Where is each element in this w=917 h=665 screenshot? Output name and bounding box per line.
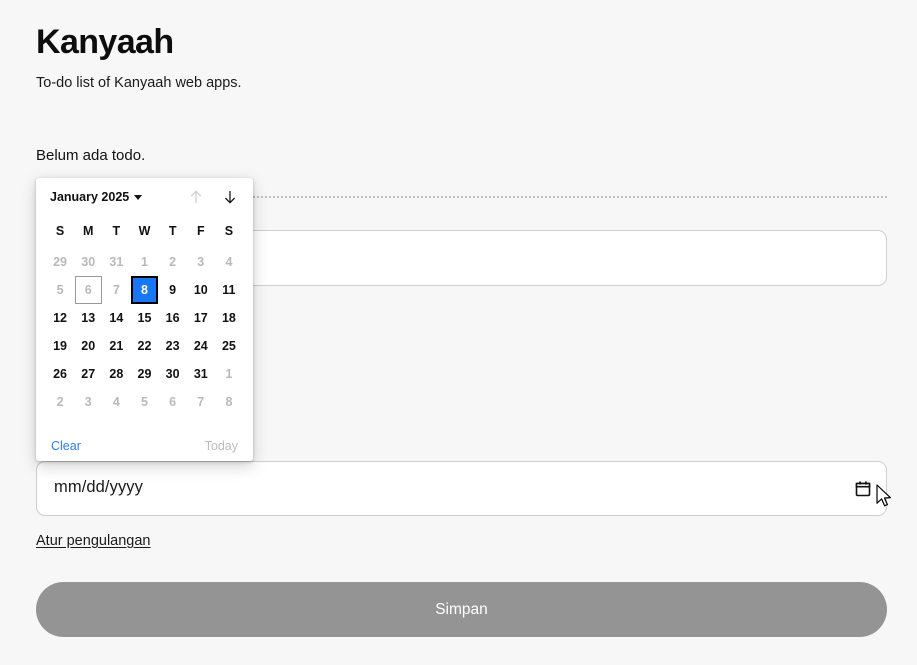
app-page: Kanyaah To-do list of Kanyaah web apps. … (0, 0, 917, 665)
prev-month-button[interactable] (183, 184, 209, 210)
calendar-day[interactable]: 31 (187, 360, 214, 388)
calendar-week-row: 12 13 14 15 16 17 18 (46, 304, 243, 332)
calendar-day[interactable]: 5 (47, 276, 74, 304)
calendar-week-row: 29 30 31 1 2 3 4 (46, 248, 243, 276)
weekday-label: T (112, 224, 121, 238)
calendar-day[interactable]: 11 (215, 276, 242, 304)
calendar-day[interactable]: 12 (47, 304, 74, 332)
calendar-day[interactable]: 16 (159, 304, 186, 332)
weekday-label: F (196, 224, 205, 238)
calendar-week-row: 5 6 7 8 9 10 11 (46, 276, 243, 304)
calendar-day[interactable]: 29 (131, 360, 158, 388)
calendar-day[interactable]: 4 (103, 388, 130, 416)
empty-state-text: Belum ada todo. (36, 147, 146, 164)
chevron-down-icon (134, 194, 143, 200)
weekday-label: S (224, 224, 234, 238)
clear-button[interactable]: Clear (51, 439, 81, 453)
calendar-day[interactable]: 30 (159, 360, 186, 388)
calendar-day[interactable]: 2 (47, 388, 74, 416)
calendar-day[interactable]: 14 (103, 304, 130, 332)
calendar-day[interactable]: 8 (215, 388, 242, 416)
calendar-day[interactable]: 19 (47, 332, 74, 360)
calendar-day[interactable]: 7 (103, 276, 130, 304)
weekday-label: W (138, 224, 151, 238)
calendar-day[interactable]: 2 (159, 248, 186, 276)
calendar-day[interactable]: 10 (187, 276, 214, 304)
calendar-day[interactable]: 29 (47, 248, 74, 276)
calendar-day[interactable]: 30 (75, 248, 102, 276)
calendar-day[interactable]: 23 (159, 332, 186, 360)
calendar-day[interactable]: 1 (215, 360, 242, 388)
calendar-day[interactable]: 31 (103, 248, 130, 276)
calendar-day[interactable]: 5 (131, 388, 158, 416)
month-year-dropdown[interactable]: January 2025 (50, 190, 143, 204)
weekday-header-row: SMTWTFS (46, 218, 243, 246)
calendar-week-row: 19 20 21 22 23 24 25 (46, 332, 243, 360)
datepicker-header: January 2025 (36, 178, 253, 216)
calendar-day-selected[interactable]: 8 (130, 276, 159, 304)
date-input-value: mm/dd/yyyy (54, 478, 144, 496)
calendar-day[interactable]: 4 (215, 248, 242, 276)
datepicker-popup: January 2025 SMTWTFS 29 30 31 1 2 3 4 5 6 7 8 9 10 11… (36, 178, 253, 461)
weekday-label: S (55, 224, 65, 238)
next-month-button[interactable] (217, 184, 243, 210)
calendar-day[interactable]: 25 (215, 332, 242, 360)
calendar-day[interactable]: 18 (215, 304, 242, 332)
calendar-day[interactable]: 6 (159, 388, 186, 416)
calendar-week-row: 2345678 (46, 388, 243, 416)
calendar-day[interactable]: 20 (75, 332, 102, 360)
today-button[interactable]: Today (205, 439, 238, 453)
calendar-icon[interactable] (853, 479, 873, 499)
calendar-grid: SMTWTFS 29 30 31 1 2 3 4 5 6 7 8 9 10 11 12 13 14 15 16 17 1… (36, 216, 253, 416)
calendar-day[interactable]: 17 (187, 304, 214, 332)
date-input[interactable]: mm/dd/yyyy (36, 461, 887, 516)
calendar-day[interactable]: 1 (131, 248, 158, 276)
calendar-day[interactable]: 7 (187, 388, 214, 416)
datepicker-nav (183, 184, 243, 210)
page-subtitle: To-do list of Kanyaah web apps. (36, 75, 242, 91)
calendar-day[interactable]: 28 (103, 360, 130, 388)
calendar-day[interactable]: 9 (159, 276, 186, 304)
weekday-label: M (83, 224, 94, 238)
calendar-day[interactable]: 6 (75, 276, 102, 304)
calendar-day[interactable]: 22 (131, 332, 158, 360)
calendar-day[interactable]: 24 (187, 332, 214, 360)
calendar-day[interactable]: 27 (75, 360, 102, 388)
month-year-label: January 2025 (50, 190, 130, 204)
datepicker-footer: Clear Today (36, 439, 253, 453)
calendar-day[interactable]: 26 (47, 360, 74, 388)
calendar-day[interactable]: 13 (75, 304, 102, 332)
calendar-week-row: 26 27 28 29 30 31 1 (46, 360, 243, 388)
calendar-day[interactable]: 3 (75, 388, 102, 416)
set-repeat-link[interactable]: Atur pengulangan (36, 533, 151, 549)
save-button[interactable]: Simpan (36, 582, 887, 637)
page-title: Kanyaah (36, 23, 174, 61)
calendar-day[interactable]: 3 (187, 248, 214, 276)
calendar-weeks: 29 30 31 1 2 3 4 5 6 7 8 9 10 11 12 13 14 15 16 17 18 19 20 21 2… (46, 248, 243, 416)
weekday-label: T (168, 224, 177, 238)
calendar-day[interactable]: 21 (103, 332, 130, 360)
calendar-day[interactable]: 15 (131, 304, 158, 332)
